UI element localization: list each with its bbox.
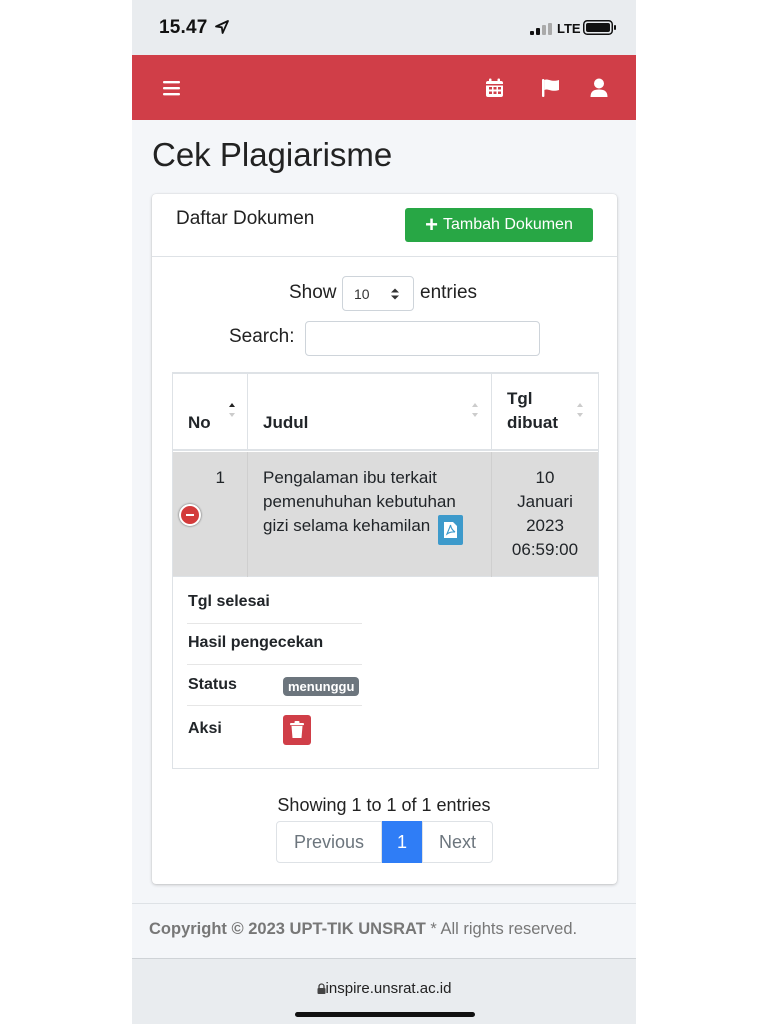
detail-divider bbox=[187, 623, 362, 624]
network-type: LTE bbox=[557, 21, 581, 36]
sort-icon bbox=[472, 403, 478, 417]
detail-hasil-pengecekan: Hasil pengecekan bbox=[188, 634, 324, 651]
signal-icon bbox=[530, 23, 552, 35]
status-bar: 15.47 LTE bbox=[132, 0, 636, 55]
footer-divider bbox=[132, 903, 636, 904]
cell-tgl-dibuat: 10 Januari 2023 06:59:00 bbox=[492, 466, 598, 591]
column-header-tgl-dibuat[interactable]: Tgl dibuat bbox=[492, 373, 598, 451]
hamburger-icon[interactable] bbox=[161, 77, 183, 99]
lock-icon bbox=[317, 983, 326, 994]
calendar-icon[interactable] bbox=[484, 77, 506, 99]
trash-icon bbox=[290, 721, 304, 738]
detail-aksi: Aksi bbox=[188, 720, 222, 737]
entries-select[interactable]: 10 bbox=[342, 276, 414, 311]
select-arrows-icon bbox=[391, 288, 399, 300]
previous-page-button[interactable]: Previous bbox=[276, 821, 382, 863]
collapse-row-button[interactable] bbox=[179, 504, 201, 526]
sort-icon bbox=[577, 403, 583, 417]
browser-address-bar[interactable]: inspire.unsrat.ac.id bbox=[132, 958, 636, 1024]
cell-no: 1 bbox=[215, 468, 225, 487]
tgl-line: 06:59:00 bbox=[511, 540, 579, 559]
tgl-line: 10 bbox=[535, 468, 555, 487]
home-indicator[interactable] bbox=[295, 1012, 475, 1017]
show-label: Show bbox=[289, 282, 337, 303]
column-header-no[interactable]: No bbox=[173, 373, 248, 451]
user-icon[interactable] bbox=[588, 77, 610, 99]
url-display[interactable]: inspire.unsrat.ac.id bbox=[132, 980, 636, 997]
column-divider bbox=[247, 452, 248, 577]
header-no-label: No bbox=[188, 413, 211, 432]
phone-screen: 15.47 LTE Cek Plagiarisme Daftar Dokumen… bbox=[132, 0, 636, 1024]
tgl-line: 2023 bbox=[526, 516, 564, 535]
flag-icon[interactable] bbox=[540, 77, 562, 99]
card-title: Daftar Dokumen bbox=[176, 208, 315, 229]
detail-divider bbox=[187, 664, 362, 665]
battery-icon bbox=[583, 20, 616, 35]
url-text: inspire.unsrat.ac.id bbox=[325, 980, 452, 997]
top-navbar bbox=[132, 55, 636, 120]
header-tgl-line2: dibuat bbox=[507, 413, 558, 432]
search-label: Search: bbox=[229, 326, 295, 347]
detail-status: Status bbox=[188, 676, 237, 693]
card-header: Daftar Dokumen + Tambah Dokumen bbox=[152, 194, 617, 257]
page-1-button[interactable]: 1 bbox=[382, 821, 422, 863]
search-input[interactable] bbox=[305, 321, 540, 356]
pdf-file-icon[interactable] bbox=[438, 515, 463, 545]
footer-copyright: Copyright © 2023 UPT-TIK UNSRAT bbox=[149, 920, 426, 938]
status-badge: menunggu bbox=[283, 677, 360, 696]
status-time: 15.47 bbox=[159, 17, 208, 38]
detail-tgl-selesai: Tgl selesai bbox=[188, 593, 270, 610]
sort-asc-icon bbox=[229, 403, 235, 417]
plus-icon: + bbox=[425, 212, 438, 237]
pagination: Previous 1 Next bbox=[276, 821, 493, 863]
footer: Copyright © 2023 UPT-TIK UNSRAT * All ri… bbox=[149, 920, 577, 939]
footer-rights: * All rights reserved. bbox=[425, 920, 578, 938]
page-title: Cek Plagiarisme bbox=[152, 136, 393, 173]
entries-info: Showing 1 to 1 of 1 entries bbox=[277, 795, 491, 815]
location-arrow-icon bbox=[215, 20, 229, 34]
entries-label: entries bbox=[420, 282, 478, 303]
entries-value: 10 bbox=[354, 286, 370, 302]
judul-line: Pengalaman ibu terkait bbox=[263, 468, 437, 487]
header-tgl-line1: Tgl bbox=[507, 389, 533, 408]
detail-divider bbox=[187, 705, 362, 706]
column-header-judul[interactable]: Judul bbox=[248, 373, 492, 451]
header-judul-label: Judul bbox=[263, 413, 309, 432]
judul-line: pemenuhuhan kebutuhan bbox=[263, 492, 456, 511]
next-page-button[interactable]: Next bbox=[422, 821, 493, 863]
delete-button[interactable] bbox=[283, 715, 311, 745]
add-document-label: Tambah Dokumen bbox=[443, 216, 573, 233]
add-document-button[interactable]: + Tambah Dokumen bbox=[405, 208, 593, 242]
tgl-line: Januari bbox=[517, 492, 573, 511]
pdf-glyph bbox=[444, 522, 457, 538]
